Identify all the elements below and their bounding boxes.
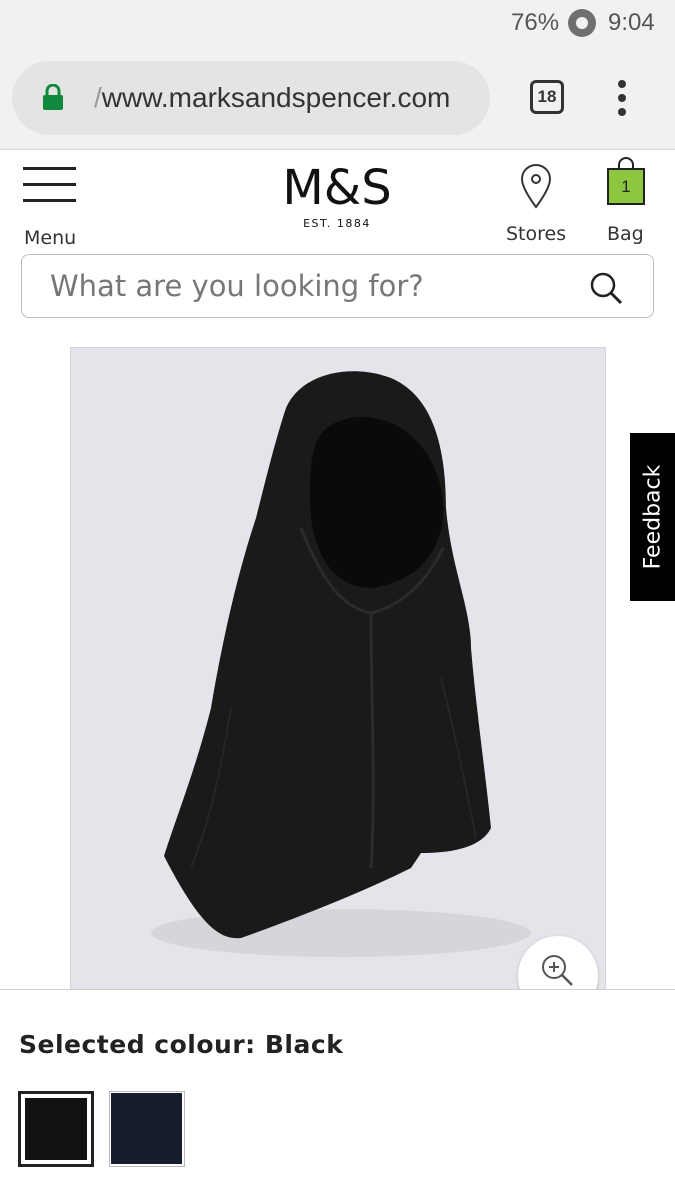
search-bar [21, 254, 654, 318]
feedback-tab[interactable]: Feedback [630, 433, 675, 601]
battery-level: 76% [511, 9, 560, 36]
selected-colour-label: Selected colour: Black [19, 1030, 344, 1059]
zoom-in-icon [542, 955, 573, 986]
bag-count-badge: 1 [621, 177, 631, 196]
hijab-product-photo [151, 371, 531, 957]
site-header: Menu M&S EST. 1884 Stores 1 Bag [0, 151, 675, 249]
more-options-icon[interactable] [606, 78, 638, 118]
menu-label: Menu [24, 227, 77, 249]
colour-swatch-navy[interactable] [109, 1091, 185, 1167]
status-bar: 76% 9:04 [0, 0, 675, 48]
bag-label: Bag [607, 223, 644, 245]
brand-tagline: EST. 1884 [303, 217, 371, 230]
stores-label: Stores [506, 223, 567, 245]
divider [0, 989, 675, 990]
feedback-label: Feedback [640, 464, 665, 570]
swatch-fill [111, 1093, 182, 1164]
bag-button[interactable]: 1 Bag [604, 157, 648, 245]
url-domain: www.marksandspencer.com [101, 82, 451, 113]
swatch-fill [25, 1098, 87, 1160]
url-prefix: / [94, 82, 102, 113]
search-input[interactable] [50, 265, 590, 307]
clock: 9:04 [608, 9, 655, 36]
brand-wordmark: M&S [282, 160, 392, 216]
tab-switcher-button[interactable]: 18 [530, 80, 564, 114]
url-text[interactable]: /www.marksandspencer.com [94, 82, 450, 114]
search-icon[interactable] [589, 271, 623, 305]
brand-logo[interactable]: M&S EST. 1884 [278, 161, 396, 230]
lock-icon [43, 84, 63, 110]
sync-icon [568, 9, 596, 37]
location-pin-icon [520, 164, 552, 209]
menu-button[interactable]: Menu [20, 165, 80, 249]
colour-swatch-black[interactable] [18, 1091, 94, 1167]
browser-toolbar: /www.marksandspencer.com 18 [0, 48, 675, 150]
stores-button[interactable]: Stores [504, 161, 568, 245]
product-image[interactable] [70, 347, 606, 989]
address-bar[interactable]: /www.marksandspencer.com [12, 61, 490, 135]
